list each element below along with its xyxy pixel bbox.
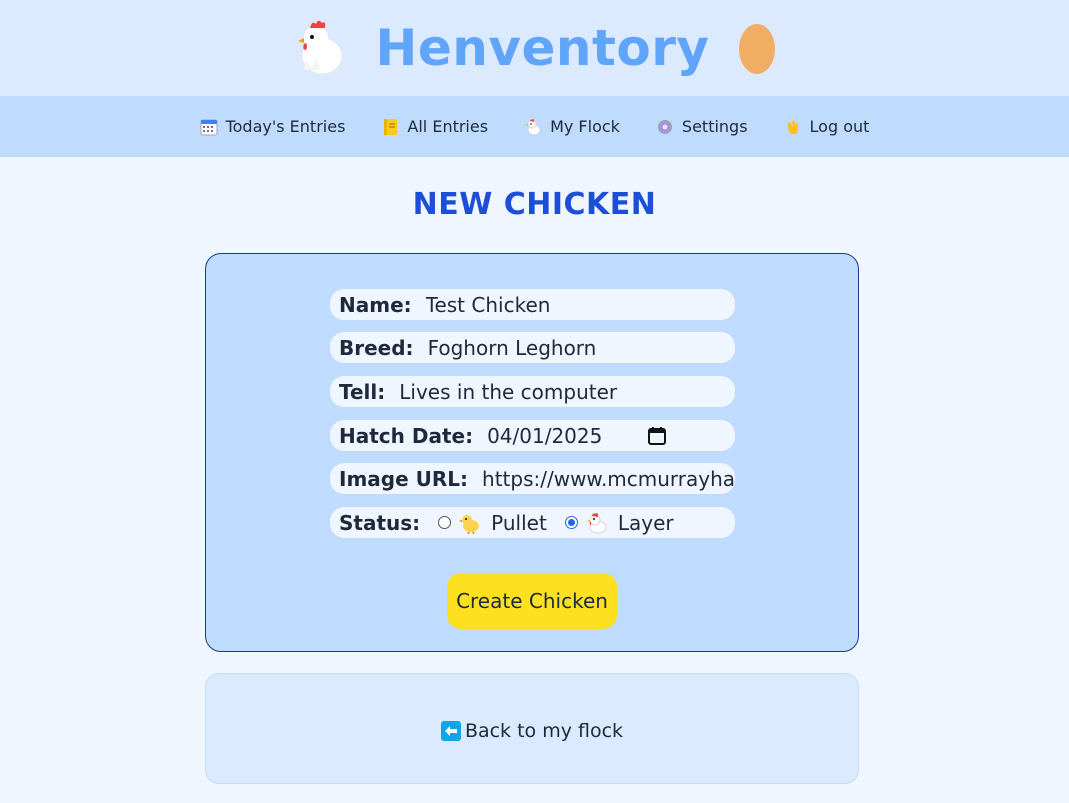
left-arrow-icon (440, 720, 461, 741)
nav-label: All Entries (407, 117, 489, 136)
page-title: NEW CHICKEN (412, 187, 657, 222)
hatch-date-field-row: Hatch Date: (330, 420, 735, 451)
nav-item-my-flock[interactable]: My Flock (524, 117, 620, 136)
status-field-row: Status: Pullet Layer (330, 507, 735, 538)
tell-label: Tell: (339, 379, 386, 404)
app-header: Henventory (0, 0, 1069, 96)
nav-label: Settings (681, 117, 748, 136)
waving-hand-icon (787, 120, 798, 134)
back-link-label: Back to my flock (464, 719, 624, 742)
image-url-label: Image URL: (339, 466, 469, 491)
chicken-icon (526, 118, 541, 135)
breed-field-row: Breed: (330, 332, 735, 363)
breed-label: Breed: (339, 335, 414, 360)
nav-label: My Flock (550, 117, 620, 136)
layer-option-label: Layer (617, 510, 674, 535)
nav-label: Log out (809, 117, 870, 136)
name-input[interactable] (425, 292, 735, 317)
tell-input[interactable] (399, 379, 735, 404)
hatch-date-input[interactable] (487, 423, 628, 448)
back-navigation-card: Back to my flock (205, 673, 859, 784)
chicken-icon (297, 20, 343, 75)
image-url-input[interactable] (482, 466, 735, 491)
calendar-icon (200, 119, 218, 135)
nav-item-todays-entries[interactable]: Today's Entries (200, 117, 346, 136)
chicken-icon (586, 512, 607, 533)
status-label: Status: (339, 510, 421, 535)
name-label: Name: (339, 292, 412, 317)
create-chicken-button[interactable]: Create Chicken (447, 573, 617, 629)
pullet-radio[interactable] (438, 516, 452, 529)
main-navigation: Today's Entries All Entries My Flock Set… (0, 96, 1069, 157)
name-field-row: Name: (330, 289, 735, 320)
back-to-flock-link[interactable]: Back to my flock (440, 719, 624, 742)
nav-item-settings[interactable]: Settings (656, 117, 748, 136)
gear-icon (657, 119, 672, 134)
image-url-field-row: Image URL: (330, 463, 735, 494)
nav-item-log-out[interactable]: Log out (784, 117, 870, 136)
new-chicken-form: Name: Breed: Tell: Hatch Date: Image URL… (205, 253, 859, 652)
tell-field-row: Tell: (330, 376, 735, 407)
baby-chick-icon (459, 514, 480, 534)
app-title: Henventory (375, 19, 710, 77)
nav-label: Today's Entries (225, 117, 346, 136)
nav-item-all-entries[interactable]: All Entries (381, 117, 488, 136)
egg-icon (739, 24, 776, 74)
breed-input[interactable] (427, 335, 735, 360)
hatch-date-label: Hatch Date: (339, 423, 474, 448)
pullet-option-label: Pullet (491, 510, 547, 535)
layer-radio[interactable] (564, 516, 578, 529)
calendar-picker-icon[interactable] (647, 426, 667, 446)
notebook-icon (384, 118, 398, 135)
